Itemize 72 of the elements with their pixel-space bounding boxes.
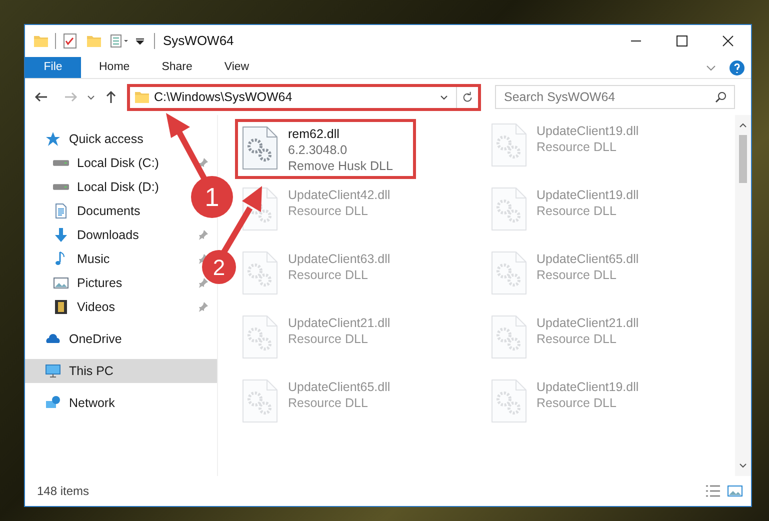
window-title: SysWOW64 [163,32,234,50]
ribbon-tab[interactable]: View [210,57,264,78]
folder-icon [33,33,49,49]
file-gears-icon [490,379,526,423]
nav-item[interactable]: Documents [25,199,148,223]
file-detail: 6.2.3048.0 [288,142,348,158]
nav-item[interactable]: Local Disk (D:) [25,175,167,199]
network-icon [45,395,61,411]
file-detail: Resource DLL [288,331,369,347]
file-name: UpdateClient19.dll [536,379,639,395]
folder-icon [134,89,150,105]
file-gears-icon [242,126,278,170]
details-view-icon[interactable] [705,483,721,499]
file-detail: Resource DLL [536,331,618,347]
file-name: UpdateClient19.dll [536,187,639,203]
monitor-icon [45,363,61,379]
file-detail: Resource DLL [288,395,369,411]
nav-item[interactable]: Local Disk (C:) [25,151,167,175]
picture-icon [53,275,69,291]
download-icon [53,227,69,243]
address-field[interactable]: C:\Windows\SysWOW64 [127,84,481,110]
nav-item[interactable]: Downloads [25,223,147,247]
file-detail: Resource DLL [536,395,618,411]
search-field[interactable]: Search SysWOW64 [495,85,735,109]
drive-icon [53,160,69,166]
checklist-icon[interactable] [62,33,78,49]
nav-item[interactable]: Videos [25,295,123,319]
film-icon [53,299,69,315]
thumbnail-view-icon[interactable] [727,483,743,499]
file-name: UpdateClient65.dll [288,379,390,395]
file-gears-icon [242,315,278,359]
file-gears-icon [242,379,278,423]
file-detail: Resource DLL [536,203,618,219]
star-icon [45,131,61,147]
nav-item[interactable]: Quick access [25,127,152,151]
file-name: UpdateClient63.dll [288,251,390,267]
nav-item[interactable]: Network [25,391,123,415]
new-folder-icon [86,33,102,49]
nav-item[interactable]: Pictures [25,271,130,295]
file-gears-icon [242,251,278,295]
scrollbar[interactable] [735,115,751,476]
file-name: UpdateClient42.dll [288,187,390,203]
file-name: rem62.dll [288,126,340,142]
document-icon [53,203,69,219]
file-detail: Remove Husk DLL [288,158,393,174]
drive-icon [53,184,69,190]
file-detail: Resource DLL [536,139,618,155]
file-detail: Resource DLL [288,203,369,219]
nav-item[interactable]: OneDrive [25,327,130,351]
file-gears-icon [490,315,526,359]
file-gears-icon [490,123,526,167]
address-path: C:\Windows\SysWOW64 [154,88,294,106]
file-name: UpdateClient21.dll [288,315,390,331]
item-count: 148 items [37,483,90,500]
file-gears-icon [490,251,526,295]
help-icon[interactable] [729,60,745,76]
scrollbar-thumb[interactable] [739,135,747,183]
file-gears-icon [490,187,526,231]
nav-item[interactable]: This PC [25,359,217,383]
ribbon-tab[interactable]: Home [85,57,144,78]
arrow [166,113,208,182]
nav-item[interactable]: Music [25,247,118,271]
file-detail: Resource DLL [288,267,369,283]
file-detail: Resource DLL [536,267,618,283]
ribbon-tab[interactable]: Share [148,57,206,78]
file-name: UpdateClient19.dll [536,123,639,139]
file-name: UpdateClient21.dll [536,315,639,331]
file-tile[interactable]: rem62.dll 6.2.3048.0 Remove Husk DLL [235,119,416,179]
ribbon-tab[interactable]: File [25,57,81,78]
search-icon[interactable] [715,91,727,103]
file-name: UpdateClient65.dll [536,251,639,267]
arrow [221,186,262,254]
